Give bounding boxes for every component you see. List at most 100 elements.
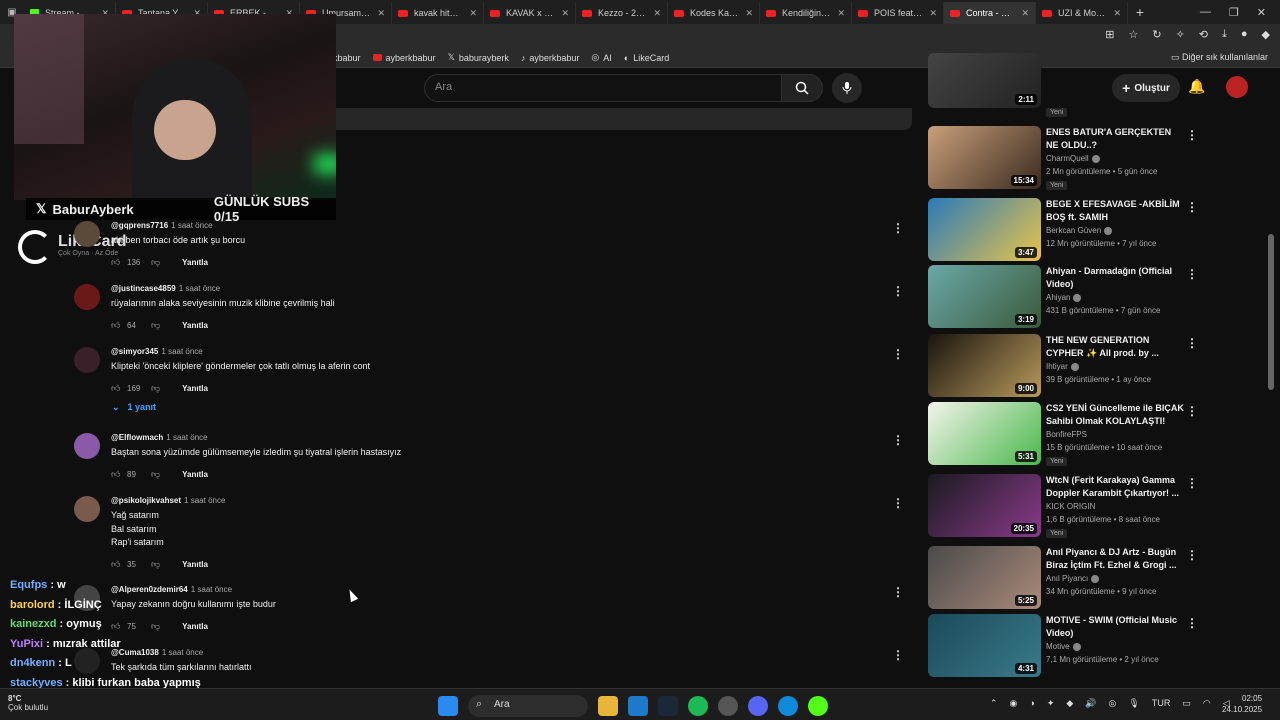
- search-input[interactable]: Ara: [424, 74, 782, 102]
- more-actions-icon[interactable]: ⋮: [892, 496, 904, 510]
- close-tab-icon[interactable]: ✕: [1113, 8, 1121, 19]
- wifi-icon[interactable]: ◠: [1203, 698, 1211, 709]
- browser-tab[interactable]: KAVAK x BAKI ✕: [484, 2, 576, 24]
- video-thumbnail[interactable]: 3:47: [928, 198, 1041, 261]
- video-channel[interactable]: Ihtiyar: [1046, 362, 1079, 371]
- more-actions-icon[interactable]: ⋮: [1186, 616, 1198, 630]
- new-tab-button[interactable]: +: [1128, 4, 1152, 20]
- close-tab-icon[interactable]: ✕: [837, 8, 845, 19]
- discord-icon[interactable]: [748, 696, 768, 716]
- profile-icon[interactable]: ●: [1241, 28, 1248, 41]
- browser-tab[interactable]: UZI & Motive ✕: [1036, 2, 1128, 24]
- notifications-bell-icon[interactable]: 🔔: [1188, 78, 1205, 95]
- comment-username[interactable]: @psikolojikvahset: [111, 496, 181, 505]
- video-title[interactable]: CS2 YENİ Güncelleme ile BIÇAK Sahibi Olm…: [1046, 402, 1186, 428]
- reply-button[interactable]: Yanıtla: [182, 321, 208, 330]
- commenter-avatar[interactable]: [74, 496, 100, 522]
- scrollbar[interactable]: [1268, 234, 1274, 390]
- copilot-icon[interactable]: ◆: [1262, 28, 1270, 41]
- steam-icon[interactable]: [658, 696, 678, 716]
- tray-app-icon[interactable]: ◉: [1010, 698, 1018, 709]
- like-icon[interactable]: 👍︎: [111, 320, 121, 331]
- extensions-icon[interactable]: ✧: [1176, 28, 1185, 41]
- browser-tab[interactable]: POIS feat. Mu ✕: [852, 2, 944, 24]
- video-thumbnail[interactable]: 5:25: [928, 546, 1041, 609]
- comment-time[interactable]: 1 saat önce: [184, 496, 225, 505]
- more-actions-icon[interactable]: ⋮: [1186, 404, 1198, 418]
- create-button[interactable]: + Oluştur: [1112, 74, 1180, 102]
- video-channel[interactable]: Ahiyan: [1046, 293, 1082, 302]
- more-actions-icon[interactable]: ⋮: [892, 433, 904, 447]
- commenter-avatar[interactable]: [74, 433, 100, 459]
- video-title[interactable]: BEGE X EFESAVAGE -AKBİLİM BOŞ ft. SAMIH: [1046, 198, 1186, 224]
- display-icon[interactable]: ▭: [1182, 698, 1191, 709]
- video-thumbnail[interactable]: 5:31: [928, 402, 1041, 465]
- reply-button[interactable]: Yanıtla: [182, 258, 208, 267]
- clock[interactable]: 02:05 24.10.2025: [1222, 693, 1262, 715]
- bookmark-item[interactable]: ◎ AI: [591, 52, 611, 63]
- comment-time[interactable]: 1 saat önce: [161, 347, 202, 356]
- more-actions-icon[interactable]: ⋮: [892, 221, 904, 235]
- comment-username[interactable]: @gqprens7716: [111, 221, 168, 230]
- tray-app-icon[interactable]: ◆: [1066, 698, 1073, 709]
- video-channel[interactable]: CharmQuell: [1046, 154, 1100, 163]
- like-icon[interactable]: 👍︎: [111, 383, 121, 394]
- obs-icon[interactable]: [718, 696, 738, 716]
- account-avatar[interactable]: [1226, 76, 1248, 98]
- dislike-icon[interactable]: 👎︎: [151, 383, 160, 394]
- video-title[interactable]: ENES BATUR'A GERÇEKTEN NE OLDU..?: [1046, 126, 1186, 152]
- more-actions-icon[interactable]: ⋮: [892, 585, 904, 599]
- reply-button[interactable]: Yanıtla: [182, 384, 208, 393]
- close-window-icon[interactable]: ✕: [1257, 6, 1266, 19]
- dislike-icon[interactable]: 👎︎: [151, 469, 160, 480]
- view-replies-button[interactable]: ⌄ 1 yanıt: [112, 402, 156, 413]
- store-icon[interactable]: [628, 696, 648, 716]
- video-thumbnail[interactable]: 20:35: [928, 474, 1041, 537]
- video-title[interactable]: THE NEW GENERATION CYPHER ✨ All prod. by…: [1046, 334, 1186, 360]
- refresh-icon[interactable]: ↻: [1152, 28, 1161, 41]
- comment-time[interactable]: 1 saat önce: [166, 433, 207, 442]
- like-icon[interactable]: 👍︎: [111, 469, 121, 480]
- more-actions-icon[interactable]: ⋮: [1186, 336, 1198, 350]
- tray-app-icon[interactable]: ◑: [1029, 698, 1034, 709]
- tray-app-icon[interactable]: ◎: [1109, 698, 1117, 709]
- more-actions-icon[interactable]: ⋮: [1186, 267, 1198, 281]
- dislike-icon[interactable]: 👎︎: [151, 257, 160, 268]
- video-channel[interactable]: KICK ORIGIN: [1046, 502, 1095, 511]
- spotify-icon[interactable]: [688, 696, 708, 716]
- dislike-icon[interactable]: 👎︎: [151, 559, 160, 570]
- video-thumbnail[interactable]: 9:00: [928, 334, 1041, 397]
- video-channel[interactable]: BonfireFPS: [1046, 430, 1087, 439]
- taskbar-search[interactable]: ⌕ Ara: [468, 695, 588, 717]
- reply-button[interactable]: Yanıtla: [182, 560, 208, 569]
- more-actions-icon[interactable]: ⋮: [1186, 200, 1198, 214]
- more-actions-icon[interactable]: ⋮: [892, 347, 904, 361]
- file-explorer-icon[interactable]: [598, 696, 618, 716]
- commenter-avatar[interactable]: [74, 284, 100, 310]
- like-icon[interactable]: 👍︎: [111, 257, 121, 268]
- close-tab-icon[interactable]: ✕: [561, 8, 569, 19]
- description-box[interactable]: [336, 108, 912, 130]
- comment-time[interactable]: 1 saat önce: [179, 284, 220, 293]
- more-actions-icon[interactable]: ⋮: [1186, 128, 1198, 142]
- downloads-icon[interactable]: ⤓: [1222, 28, 1227, 41]
- maximize-icon[interactable]: ❐: [1229, 6, 1239, 19]
- video-channel[interactable]: Motive: [1046, 642, 1081, 651]
- comment-username[interactable]: @justincase4859: [111, 284, 176, 293]
- minimize-icon[interactable]: —: [1200, 6, 1211, 19]
- video-title[interactable]: Ahiyan - Darmadağın (Official Video): [1046, 265, 1186, 291]
- browser-tab[interactable]: Kezzo - 2005 ✕: [576, 2, 668, 24]
- close-tab-icon[interactable]: ✕: [929, 8, 937, 19]
- history-icon[interactable]: ⟲: [1199, 28, 1208, 41]
- commenter-avatar[interactable]: [74, 221, 100, 247]
- weather-widget[interactable]: 8°C Çok bulutlu: [8, 694, 48, 712]
- browser-tab[interactable]: Kendiliğinden ✕: [760, 2, 852, 24]
- video-thumbnail[interactable]: 3:19: [928, 265, 1041, 328]
- video-title[interactable]: Anıl Piyancı & DJ Artz - Bugün Biraz İçt…: [1046, 546, 1186, 572]
- search-button[interactable]: [781, 74, 823, 102]
- close-tab-icon[interactable]: ✕: [1021, 8, 1029, 19]
- video-title[interactable]: MOTIVE - SWIM (Official Music Video): [1046, 614, 1186, 640]
- more-actions-icon[interactable]: ⋮: [892, 284, 904, 298]
- close-tab-icon[interactable]: ✕: [745, 8, 753, 19]
- browser-tab[interactable]: Contra - Bit Ye ✕: [944, 2, 1036, 24]
